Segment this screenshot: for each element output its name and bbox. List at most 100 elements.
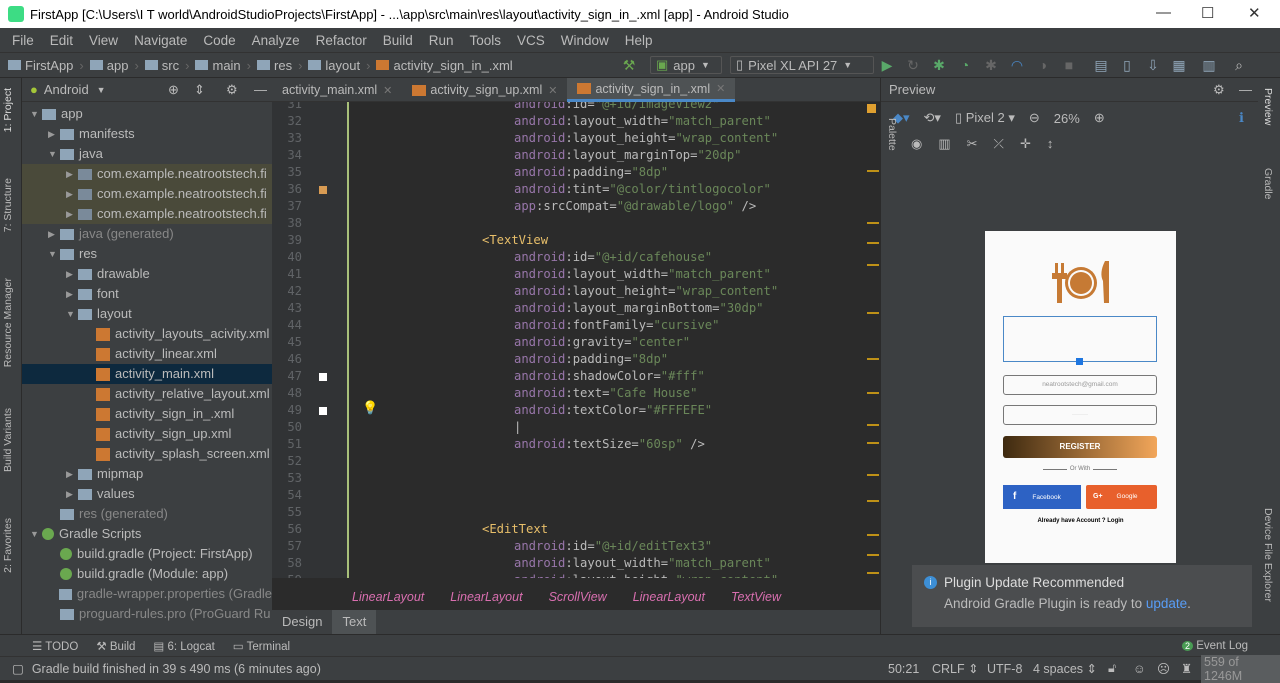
tree-item[interactable]: gradle-wrapper.properties (Gradle [22,584,272,604]
attach-debugger-icon[interactable]: ✱ [982,56,1000,74]
tree-item[interactable]: proguard-rules.pro (ProGuard Ru [22,604,272,624]
tool-tab-project[interactable]: 1: Project [2,88,14,132]
tool-tab-palette[interactable]: Palette [886,118,898,151]
menu-window[interactable]: Window [553,33,617,48]
locate-icon[interactable]: ⊕ [168,82,179,98]
chevron-down-icon[interactable]: ▼ [30,104,42,124]
inspector-icon[interactable]: ♜ [1181,661,1192,676]
tree-item[interactable]: ▶ drawable [22,264,272,284]
breadcrumb-item[interactable]: src › [144,58,189,73]
tool-tab-gradle[interactable]: Gradle [1262,168,1274,200]
tool-tab-build-variants[interactable]: Build Variants [2,408,14,472]
register-button[interactable]: REGISTER [1003,436,1157,458]
clear-constraints-icon[interactable]: ⤫ [994,136,1004,152]
tree-item[interactable]: ▶ com.example.neatrootstech.fi [22,164,272,184]
tree-item[interactable]: ▼ res [22,244,272,264]
lightbulb-icon[interactable]: 💡 [362,400,378,416]
warning-marker[interactable] [867,358,879,360]
menu-navigate[interactable]: Navigate [126,33,195,48]
hide-panel-icon[interactable]: — [1239,82,1252,97]
tree-item[interactable]: ▶ values [22,484,272,504]
close-tab-icon[interactable]: ✕ [716,82,725,95]
hide-panel-icon[interactable]: — [254,82,267,97]
lock-icon[interactable]: 🔓︎ [1108,661,1116,676]
pack-icon[interactable]: ✛ [1020,136,1031,152]
tool-tab-resource-manager[interactable]: Resource Manager [2,278,14,367]
tree-item[interactable]: activity_linear.xml [22,344,272,364]
warning-marker[interactable] [867,474,879,476]
tool-tab-favorites[interactable]: 2: Favorites [2,518,14,573]
close-tab-icon[interactable]: ✕ [548,84,557,97]
warning-marker[interactable] [867,442,879,444]
chevron-right-icon[interactable]: ▶ [66,284,78,304]
todo-tab[interactable]: ☰ TODO [32,639,78,653]
tree-item[interactable]: activity_relative_layout.xml [22,384,272,404]
info-icon[interactable]: ℹ [1239,110,1244,126]
tree-item[interactable]: ▶ com.example.neatrootstech.fi [22,184,272,204]
warning-marker[interactable] [867,222,879,224]
facebook-button[interactable]: f Facebook [1003,485,1081,509]
warning-marker[interactable] [867,424,879,426]
chevron-right-icon[interactable]: ▶ [66,484,78,504]
chevron-right-icon[interactable]: ▶ [48,124,60,144]
line-separator[interactable]: CRLF ⇕ [932,661,979,676]
editor-tab[interactable]: activity_sign_up.xml ✕ [402,78,567,102]
update-link[interactable]: update [1146,596,1187,611]
collapse-all-icon[interactable]: ⇕ [194,82,205,98]
chevron-right-icon[interactable]: ▶ [66,464,78,484]
logcat-tab[interactable]: ▤ 6: Logcat [153,639,214,653]
tab-design[interactable]: Design [272,610,332,634]
tree-item[interactable]: build.gradle (Module: app) [22,564,272,584]
close-button[interactable]: ✕ [1248,4,1261,22]
eye-icon[interactable]: ◉ [911,136,922,152]
menu-vcs[interactable]: VCS [509,33,553,48]
align-icon[interactable]: ↕ [1047,136,1054,152]
gear-icon[interactable]: ⚙ [1213,82,1225,98]
warning-marker[interactable] [867,264,879,266]
autoconnect-icon[interactable]: ✂ [967,136,978,152]
debug-icon[interactable]: ✱ [930,56,948,74]
tree-item[interactable]: res (generated) [22,504,272,524]
tree-item[interactable]: activity_sign_in_.xml [22,404,272,424]
chevron-right-icon[interactable]: ▶ [66,204,78,224]
menu-view[interactable]: View [81,33,126,48]
code-area[interactable]: 31 android:id="@+id/imageView2" 32 android:… [272,102,862,578]
menu-tools[interactable]: Tools [462,33,510,48]
editor-tab[interactable]: activity_sign_in_.xml ✕ [567,78,736,102]
orientation-icon[interactable]: ⟲▾ [924,110,941,126]
warning-marker[interactable] [867,572,879,574]
menu-run[interactable]: Run [421,33,462,48]
profiler-icon[interactable]: ◠ [1008,56,1026,74]
warning-marker[interactable] [867,534,879,536]
memory-indicator[interactable]: 559 of 1246M [1201,654,1280,683]
tree-item[interactable]: ▼ java [22,144,272,164]
menu-code[interactable]: Code [195,33,243,48]
run-config-select[interactable]: ▣ app ▼ [650,56,722,74]
breadcrumb-item[interactable]: activity_sign_in_.xml [376,58,513,73]
chevron-right-icon[interactable]: ▶ [66,184,78,204]
tool-tab-device-file-explorer[interactable]: Device File Explorer [1262,508,1274,602]
build-tab[interactable]: ⚒ Build [96,639,135,653]
tree-item[interactable]: activity_layouts_acivity.xml [22,324,272,344]
breadcrumb-item[interactable]: FirstApp › [8,58,84,73]
editor-tab[interactable]: activity_main.xml ✕ [272,78,402,102]
profile-icon[interactable]: ◔ [956,56,974,74]
tree-item[interactable]: ▼ layout [22,304,272,324]
tree-item[interactable]: ▶ manifests [22,124,272,144]
coverage-icon[interactable]: ◑ [1034,56,1052,74]
sync-project-icon[interactable]: ▤ [1092,56,1110,74]
menu-edit[interactable]: Edit [42,33,81,48]
component-path-item[interactable]: LinearLayout [352,590,424,604]
chevron-right-icon[interactable]: ▶ [48,224,60,244]
chevron-right-icon[interactable]: ▶ [66,164,78,184]
avd-manager-icon[interactable]: ▯ [1118,56,1136,74]
component-path-item[interactable]: LinearLayout [633,590,705,604]
encoding[interactable]: UTF-8 [987,662,1022,676]
tree-item[interactable]: build.gradle (Project: FirstApp) [22,544,272,564]
smile-icon[interactable]: ☺ [1133,662,1146,676]
device-select[interactable]: ▯ Pixel 2 ▾ [955,110,1015,126]
warning-marker[interactable] [867,500,879,502]
warning-marker[interactable] [867,554,879,556]
tool-tab-structure[interactable]: 7: Structure [2,178,14,232]
terminal-tab[interactable]: ▭ Terminal [233,639,290,653]
